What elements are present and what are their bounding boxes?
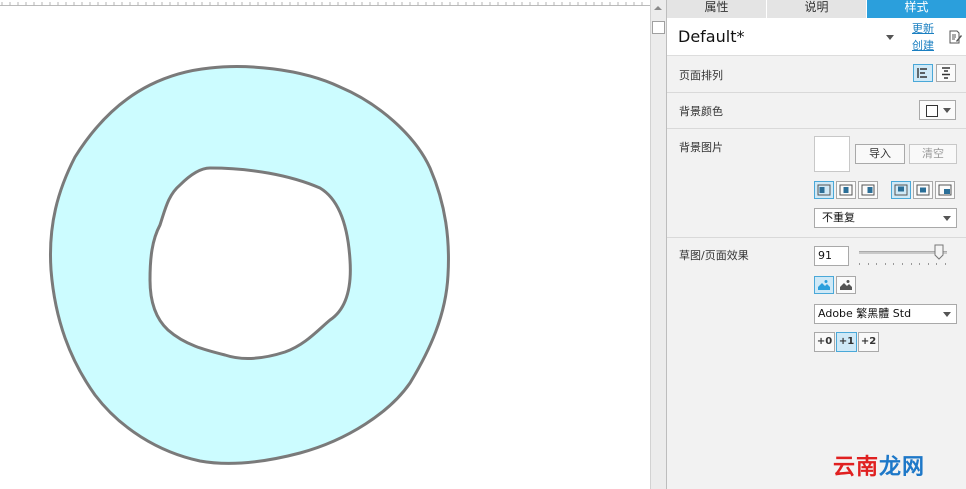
background-color-label: 背景颜色 — [679, 105, 723, 118]
bg-align-center-button[interactable] — [836, 181, 856, 199]
repeat-select-value: 不重复 — [822, 211, 855, 224]
align-left-icon — [817, 184, 831, 196]
slider-tick — [902, 263, 903, 265]
slider-tick — [936, 263, 938, 265]
chevron-down-icon — [943, 312, 951, 317]
sketchiness-input[interactable]: 91 — [814, 246, 849, 266]
scroll-thumb[interactable] — [652, 21, 665, 34]
slider-tick — [945, 263, 946, 265]
import-button[interactable]: 导入 — [855, 144, 905, 164]
slider-tick — [876, 263, 878, 265]
slider-tick — [919, 263, 921, 265]
chevron-down-icon — [943, 216, 951, 221]
divider — [667, 237, 966, 238]
edit-style-icon[interactable] — [948, 30, 962, 44]
style-selector-row: Default* 更新 创建 — [667, 18, 966, 56]
inspector-panel: 属性 说明 样式 Default* 更新 创建 页面排列 背景颜色 背景图片 导… — [667, 0, 966, 489]
style-name-dropdown[interactable]: Default* — [678, 27, 744, 46]
font-family-select[interactable]: Adobe 繁黑體 Std — [814, 304, 957, 324]
align-top-icon — [894, 184, 908, 196]
slider-ticks — [859, 263, 949, 266]
inspector-tabs: 属性 说明 样式 — [667, 0, 966, 18]
repeat-select[interactable]: 不重复 — [814, 208, 957, 228]
color-image-icon — [818, 280, 830, 290]
grayscale-mode-button[interactable] — [836, 276, 856, 294]
background-image-label: 背景图片 — [679, 141, 723, 154]
bg-align-top-button[interactable] — [891, 181, 911, 199]
slider-tick — [910, 263, 912, 265]
chevron-down-icon — [943, 108, 951, 113]
line-width-plus0-button[interactable]: +0 — [814, 332, 835, 352]
page-arrangement-label: 页面排列 — [679, 69, 723, 82]
slider-tick — [867, 263, 869, 265]
tab-properties[interactable]: 属性 — [667, 0, 767, 18]
align-middle-icon — [916, 184, 930, 196]
color-mode-button[interactable] — [814, 276, 834, 294]
slider-tick — [927, 263, 929, 265]
font-family-value: Adobe 繁黑體 Std — [818, 307, 912, 320]
align-center-icon — [942, 67, 950, 79]
bg-align-right-button[interactable] — [858, 181, 878, 199]
line-width-plus2-button[interactable]: +2 — [858, 332, 879, 352]
divider — [667, 128, 966, 129]
align-right-icon — [861, 184, 875, 196]
bg-align-left-button[interactable] — [814, 181, 834, 199]
align-center-button[interactable] — [936, 64, 956, 82]
align-center-icon — [839, 184, 853, 196]
slider-tick — [859, 263, 860, 265]
bg-align-middle-button[interactable] — [913, 181, 933, 199]
align-left-button[interactable] — [913, 64, 933, 82]
divider — [667, 92, 966, 93]
update-style-link[interactable]: 更新 — [912, 20, 934, 36]
tab-notes[interactable]: 说明 — [767, 0, 867, 18]
watermark-part1: 云南 — [833, 455, 880, 480]
donut-shape[interactable] — [0, 0, 650, 489]
sketch-effect-label: 草图/页面效果 — [679, 249, 749, 262]
chevron-down-icon[interactable] — [886, 35, 894, 40]
donut-shape-path[interactable] — [48, 65, 450, 465]
bg-align-bottom-button[interactable] — [935, 181, 955, 199]
slider-tick — [884, 263, 886, 265]
design-canvas[interactable] — [0, 0, 650, 489]
create-style-link[interactable]: 创建 — [912, 37, 934, 53]
vertical-scrollbar[interactable] — [650, 0, 667, 489]
slider-thumb[interactable] — [934, 244, 944, 260]
clear-button[interactable]: 清空 — [909, 144, 957, 164]
align-bottom-icon — [938, 184, 952, 196]
background-image-preview — [814, 136, 850, 172]
watermark-part2: 龙网 — [879, 455, 926, 480]
watermark-logo: 云南龙网 — [833, 449, 925, 481]
tab-style[interactable]: 样式 — [867, 0, 966, 18]
align-left-icon — [917, 68, 927, 78]
sketchiness-slider[interactable] — [859, 244, 951, 270]
color-swatch — [926, 105, 938, 117]
slider-tick — [893, 263, 895, 265]
line-width-plus1-button[interactable]: +1 — [836, 332, 857, 352]
background-color-picker[interactable] — [919, 100, 956, 120]
scroll-up-arrow-icon[interactable] — [654, 6, 662, 10]
grayscale-image-icon — [840, 280, 852, 290]
